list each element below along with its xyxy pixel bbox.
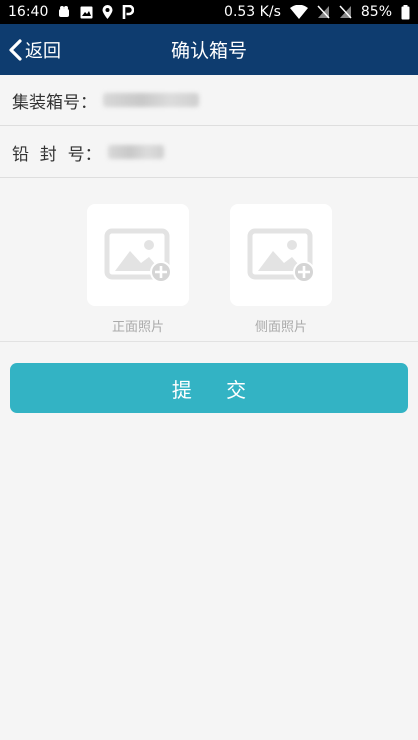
container-number-row: 集装箱号： <box>0 75 418 126</box>
side-photo-slot: 侧面照片 <box>230 204 332 335</box>
container-number-value <box>103 93 199 107</box>
front-photo-caption: 正面照片 <box>111 320 164 335</box>
no-sim-icon <box>317 5 330 19</box>
parking-icon <box>122 5 135 19</box>
container-number-label: 集装箱号： <box>12 92 97 113</box>
battery-icon <box>401 4 410 20</box>
nav-bar: 确认箱号 返回 <box>0 24 418 75</box>
status-bar-left: 16:40 <box>8 4 135 20</box>
add-image-icon <box>246 227 316 283</box>
front-photo-upload[interactable] <box>87 204 189 306</box>
add-image-icon <box>103 227 173 283</box>
wifi-icon <box>289 5 308 19</box>
notification-icon <box>57 5 71 19</box>
page-title: 确认箱号 <box>170 40 247 62</box>
status-bar: 16:40 0.53 K/s 85% <box>0 0 418 24</box>
back-label: 返回 <box>25 40 61 62</box>
seal-number-row: 铅 封 号： <box>0 127 418 178</box>
clock: 16:40 <box>8 4 49 20</box>
seal-number-value <box>107 145 164 159</box>
photo-upload-section: 正面照片 侧面照片 <box>0 178 418 342</box>
network-speed: 0.53 K/s <box>224 4 281 20</box>
image-icon <box>80 6 93 19</box>
location-icon <box>102 5 113 19</box>
side-photo-caption: 侧面照片 <box>254 320 307 335</box>
back-button[interactable]: 返回 <box>8 24 61 75</box>
battery-percent: 85% <box>360 4 392 20</box>
submit-button[interactable]: 提 交 <box>10 363 408 413</box>
front-photo-slot: 正面照片 <box>87 204 189 335</box>
no-sim-icon <box>339 5 352 19</box>
status-bar-right: 0.53 K/s 85% <box>224 4 410 20</box>
seal-number-label: 铅 封 号： <box>12 144 102 165</box>
side-photo-upload[interactable] <box>230 204 332 306</box>
chevron-left-icon <box>8 38 22 61</box>
